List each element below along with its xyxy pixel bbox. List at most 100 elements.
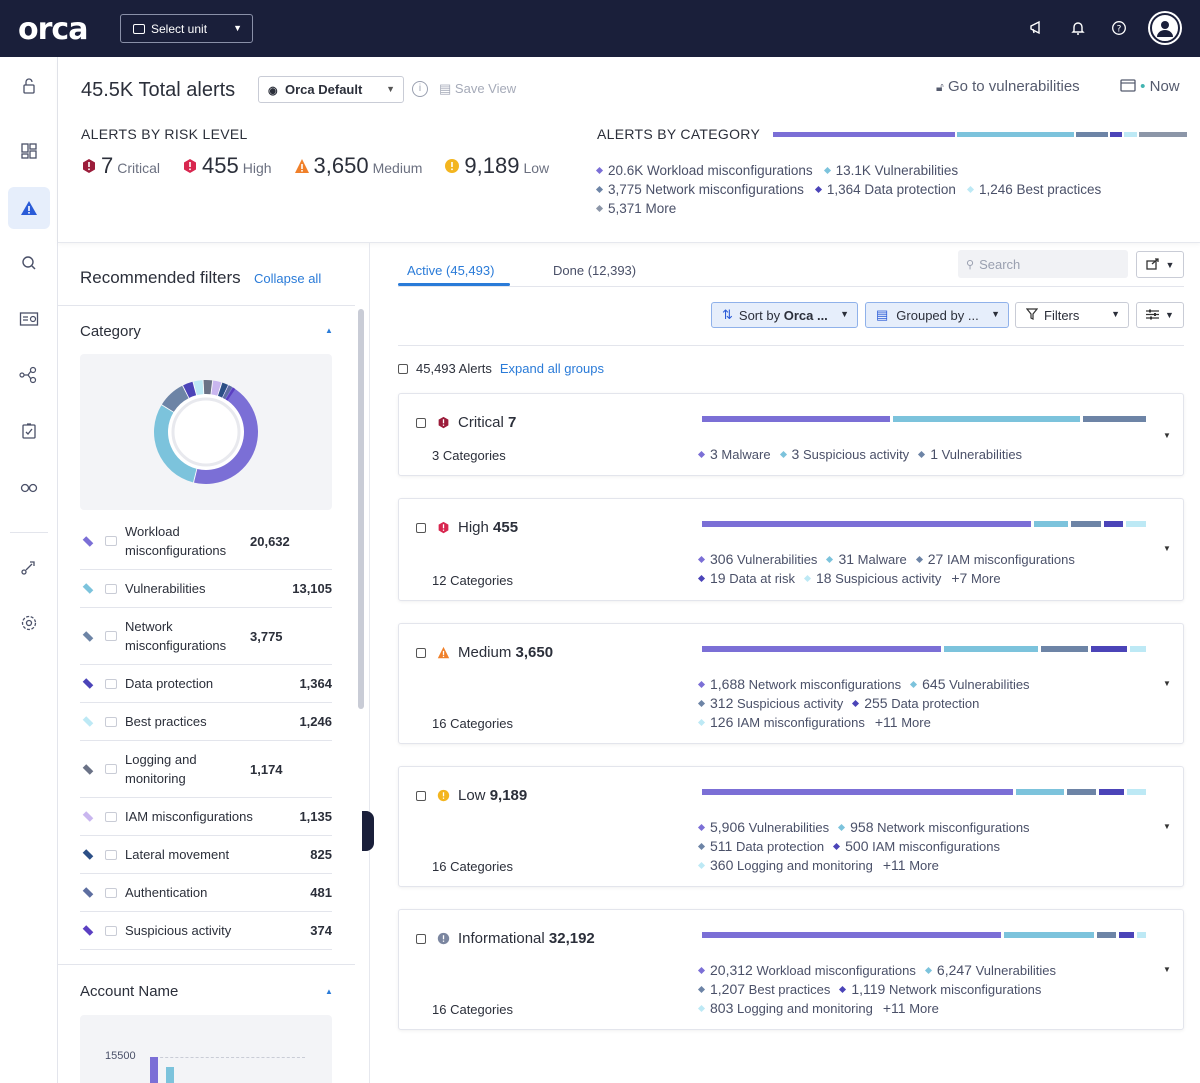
category-filter-row[interactable]: Data protection 1,364 [80,665,332,703]
chevron-down-icon[interactable]: ▼ [1163,431,1171,440]
sort-select[interactable]: ⇅ Sort by Orca ... ▼ [711,302,858,328]
category-summary-item[interactable]: 13.1K Vulnerabilities [823,163,958,178]
dashboard-icon[interactable] [8,130,50,172]
risk-level-high[interactable]: 455 High [182,153,272,179]
category-filter-row[interactable]: Lateral movement 825 [80,836,332,874]
severity-group-high[interactable]: High 455 12 Categories 306 Vulnerabilities… [398,498,1184,601]
group-category-item[interactable]: +11 More [875,714,931,730]
group-checkbox[interactable] [416,934,426,944]
category-summary-item[interactable]: 5,371 More [595,201,676,216]
chevron-down-icon[interactable]: ▼ [1163,822,1171,831]
group-category-item[interactable]: 1,119 Network misconfigurations [839,981,1041,997]
group-category-item[interactable]: 1,207 Best practices [697,981,830,997]
group-category-item[interactable]: 958 Network misconfigurations [838,819,1030,835]
group-category-item[interactable]: 1 Vulnerabilities [918,446,1022,462]
account-name-filter-title[interactable]: Account Name [80,983,178,1000]
orca-logo[interactable]: orca [18,12,88,47]
group-category-item[interactable]: 5,906 Vulnerabilities [697,819,829,835]
filters-button[interactable]: Filters ▼ [1015,302,1129,328]
group-category-item[interactable]: 500 IAM misconfigurations [833,838,1000,854]
select-all-checkbox[interactable] [398,363,408,374]
tabs-divider [398,286,1184,287]
chevron-up-icon[interactable]: ▲ [325,987,333,996]
lock-icon[interactable] [8,65,50,107]
risk-level-low[interactable]: 9,189 Low [444,153,549,179]
group-checkbox[interactable] [416,523,426,533]
risk-level-medium[interactable]: 3,650 Medium [294,153,422,179]
go-to-vulnerabilities-link[interactable]: 🔓︎ Go to vulnerabilities [936,78,1080,95]
search-icon[interactable] [8,242,50,284]
group-category-item[interactable]: 3 Malware [697,446,771,462]
group-category-item[interactable]: 126 IAM misconfigurations [697,714,865,730]
chevron-down-icon[interactable]: ▼ [1163,679,1171,688]
compliance-icon[interactable] [8,410,50,452]
columns-settings-button[interactable]: ▼ [1136,302,1184,328]
severity-group-informational[interactable]: Informational 32,192 16 Categories 20,312 … [398,909,1184,1030]
group-category-item[interactable]: 18 Suspicious activity [803,570,941,586]
group-category-item[interactable]: +11 More [883,857,939,873]
user-avatar-icon[interactable] [1150,13,1180,43]
graph-icon[interactable] [8,354,50,396]
group-checkbox[interactable] [416,791,426,801]
group-category-item[interactable]: 306 Vulnerabilities [697,551,817,567]
category-summary-item[interactable]: 20.6K Workload misconfigurations [595,163,813,178]
help-icon[interactable]: ? [1109,19,1128,38]
group-checkbox[interactable] [416,648,426,658]
group-category-item[interactable]: +7 More [951,570,1000,586]
integrations-icon[interactable] [8,546,50,588]
alerts-icon[interactable] [8,187,50,229]
group-category-item[interactable]: 511 Data protection [697,838,824,854]
chevron-down-icon[interactable]: ▼ [1163,965,1171,974]
group-category-item[interactable]: 1,688 Network misconfigurations [697,676,901,692]
category-filter-row[interactable]: Suspicious activity 374 [80,912,332,950]
group-checkbox[interactable] [416,418,426,428]
category-filter-row[interactable]: Network misconfigurations 3,775 [80,608,332,665]
search-input[interactable]: ⚲ Search [958,250,1128,278]
category-filter-title[interactable]: Category [80,323,141,340]
time-range-button[interactable]: • Now [1120,78,1180,95]
group-by-select[interactable]: ▤ Grouped by ... ▼ [865,302,1009,328]
info-icon[interactable]: i [412,81,428,97]
category-filter-row[interactable]: Workload misconfigurations 20,632 [80,513,332,570]
category-filter-row[interactable]: Authentication 481 [80,874,332,912]
severity-group-low[interactable]: Low 9,189 16 Categories 5,906 Vulnerabilit… [398,766,1184,887]
severity-group-critical[interactable]: Critical 73 Categories 3 Malware 3 Suspici… [398,393,1184,476]
unit-select[interactable]: Select unit ▼ [120,14,253,43]
view-select[interactable]: ◉ Orca Default ▼ [258,76,404,103]
megaphone-icon[interactable] [1027,19,1046,38]
tab-done[interactable]: Done (12,393) [553,263,636,278]
export-button[interactable]: ▼ [1136,251,1184,278]
bell-icon[interactable] [1068,19,1087,38]
severity-group-medium[interactable]: Medium 3,650 16 Categories 1,688 Network m… [398,623,1184,744]
group-category-item[interactable]: 19 Data at risk [697,570,795,586]
category-summary-item[interactable]: 1,246 Best practices [966,182,1101,197]
shift-left-icon[interactable] [8,466,50,508]
risk-level-critical[interactable]: 7 Critical [81,153,160,179]
save-view-button[interactable]: ▤ Save View [439,81,516,97]
category-filter-row[interactable]: IAM misconfigurations 1,135 [80,798,332,836]
category-filter-row[interactable]: Vulnerabilities 13,105 [80,570,332,608]
tab-active[interactable]: Active (45,493) [407,263,494,278]
group-category-item[interactable]: 31 Malware [826,551,907,567]
chevron-up-icon[interactable]: ▲ [325,326,333,335]
group-category-item[interactable]: 27 IAM misconfigurations [915,551,1075,567]
group-category-item[interactable]: 255 Data protection [852,695,979,711]
category-filter-row[interactable]: Best practices 1,246 [80,703,332,741]
group-category-item[interactable]: +11 More [883,1000,939,1016]
filters-scrollbar[interactable] [358,309,364,709]
group-category-item[interactable]: 312 Suspicious activity [697,695,843,711]
expand-all-groups-link[interactable]: Expand all groups [500,361,604,376]
group-category-item[interactable]: 360 Logging and monitoring [697,857,873,873]
collapse-all-link[interactable]: Collapse all [254,271,321,286]
category-summary-item[interactable]: 1,364 Data protection [814,182,956,197]
group-category-item[interactable]: 3 Suspicious activity [779,446,909,462]
group-category-item[interactable]: 20,312 Workload misconfigurations [697,962,916,978]
inventory-icon[interactable] [8,298,50,340]
group-category-item[interactable]: 6,247 Vulnerabilities [924,962,1056,978]
category-filter-row[interactable]: Logging and monitoring 1,174 [80,741,332,798]
settings-icon[interactable] [8,602,50,644]
group-category-item[interactable]: 803 Logging and monitoring [697,1000,873,1016]
group-category-item[interactable]: 645 Vulnerabilities [910,676,1030,692]
chevron-down-icon[interactable]: ▼ [1163,544,1171,553]
category-summary-item[interactable]: 3,775 Network misconfigurations [595,182,804,197]
